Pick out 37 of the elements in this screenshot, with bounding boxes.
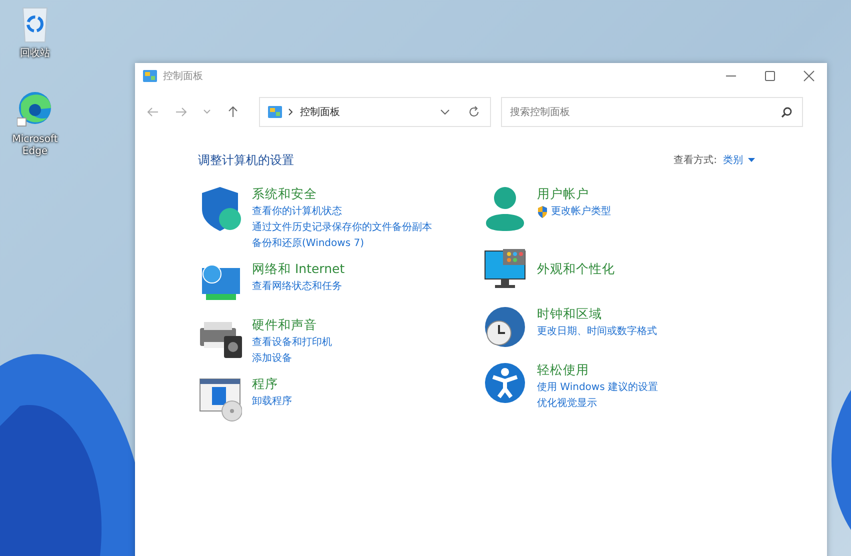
task-link[interactable]: 更改日期、时间或数字格式 — [537, 324, 657, 340]
chevron-right-icon — [288, 108, 294, 116]
up-arrow-icon[interactable] — [227, 106, 239, 118]
task-link[interactable]: 通过文件历史记录保存你的文件备份副本 — [252, 220, 432, 236]
task-link[interactable]: 添加设备 — [252, 351, 292, 367]
view-by-dropdown[interactable]: 类别 — [723, 153, 755, 167]
page-heading: 调整计算机的设置 — [198, 152, 294, 168]
search-icon[interactable] — [781, 106, 792, 118]
breadcrumb-item[interactable]: 控制面板 — [300, 105, 340, 119]
category-link[interactable]: 系统和安全 — [252, 185, 432, 202]
caret-down-icon — [748, 158, 755, 162]
category-link[interactable]: 网络和 Internet — [252, 260, 345, 277]
task-link[interactable]: 卸载程序 — [252, 394, 292, 410]
task-link[interactable]: 使用 Windows 建议的设置 — [537, 380, 658, 396]
task-link[interactable]: 更改帐户类型 — [551, 204, 611, 220]
task-link[interactable]: 优化视觉显示 — [537, 396, 597, 412]
view-by-label: 查看方式: — [674, 154, 717, 167]
category-link[interactable]: 程序 — [252, 375, 292, 392]
task-link[interactable]: 查看网络状态和任务 — [252, 279, 342, 295]
refresh-icon[interactable] — [468, 106, 480, 118]
category-link[interactable]: 硬件和声音 — [252, 316, 332, 333]
category-link[interactable]: 轻松使用 — [537, 361, 658, 378]
task-link[interactable]: 查看你的计算机状态 — [252, 204, 342, 220]
control-panel-icon — [143, 70, 157, 82]
search-field[interactable]: 搜索控制面板 — [501, 97, 803, 127]
window-title: 控制面板 — [163, 70, 203, 83]
address-bar[interactable]: 控制面板 — [259, 97, 491, 127]
control-panel-icon — [268, 106, 282, 118]
task-link[interactable]: 备份和还原(Windows 7) — [252, 236, 364, 252]
user-icon — [483, 185, 527, 233]
category-link[interactable]: 外观和个性化 — [537, 260, 615, 276]
category-link[interactable]: 用户帐户 — [537, 185, 611, 202]
chevron-down-icon[interactable] — [440, 109, 450, 115]
task-link[interactable]: 查看设备和打印机 — [252, 335, 332, 351]
close-icon[interactable] — [803, 70, 815, 82]
maximize-icon[interactable] — [764, 70, 776, 82]
category-link[interactable]: 时钟和区域 — [537, 305, 657, 322]
